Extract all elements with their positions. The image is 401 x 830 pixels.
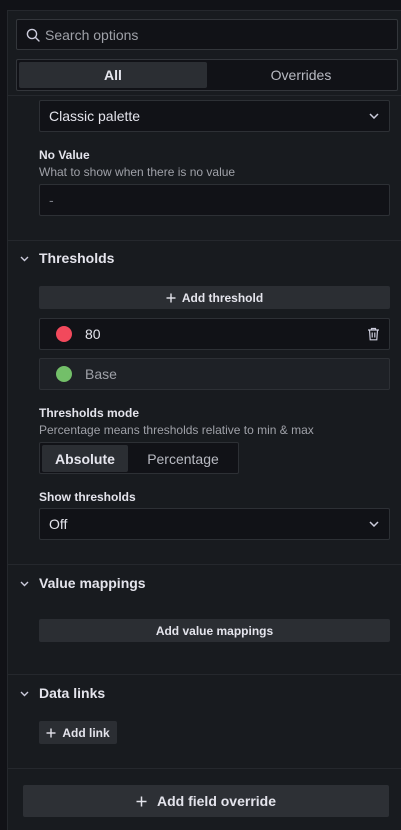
section-divider — [8, 240, 401, 241]
tab-overrides[interactable]: Overrides — [207, 62, 395, 88]
data-links-title: Data links — [39, 685, 106, 701]
no-value-input[interactable]: - — [39, 184, 390, 216]
show-thresholds-select[interactable]: Off — [39, 508, 390, 540]
no-value-description: What to show when there is no value — [39, 165, 236, 179]
add-threshold-label: Add threshold — [181, 290, 264, 305]
tab-all[interactable]: All — [19, 62, 207, 88]
add-link-label: Add link — [62, 725, 110, 740]
value-mappings-title: Value mappings — [39, 575, 146, 591]
threshold-base-label: Base — [85, 366, 117, 382]
threshold-color-swatch[interactable] — [56, 326, 72, 342]
no-value-label: No Value — [39, 148, 90, 162]
section-divider — [8, 564, 401, 565]
search-options-input[interactable]: Search options — [16, 19, 398, 50]
data-links-section-header[interactable]: Data links — [8, 684, 401, 704]
chevron-down-icon — [369, 521, 379, 527]
chevron-down-icon — [20, 256, 29, 262]
search-placeholder: Search options — [45, 27, 139, 43]
add-threshold-button[interactable]: Add threshold — [39, 286, 390, 309]
add-field-override-button[interactable]: Add field override — [23, 785, 389, 817]
mode-absolute-option[interactable]: Absolute — [42, 445, 128, 472]
plus-icon — [46, 728, 56, 737]
thresholds-section-header[interactable]: Thresholds — [8, 249, 401, 269]
thresholds-title: Thresholds — [39, 250, 115, 266]
field-options-pane: Search options All Overrides Classic pal… — [7, 10, 401, 830]
threshold-row[interactable]: 80 — [39, 318, 390, 350]
add-link-button[interactable]: Add link — [39, 721, 117, 744]
chevron-down-icon — [20, 581, 29, 587]
color-scheme-value: Classic palette — [49, 108, 141, 124]
chevron-down-icon — [369, 113, 379, 119]
threshold-base-row: Base — [39, 358, 390, 390]
value-mappings-section-header[interactable]: Value mappings — [8, 574, 401, 594]
thresholds-mode-label: Thresholds mode — [39, 406, 140, 420]
chevron-down-icon — [20, 691, 29, 697]
color-scheme-select[interactable]: Classic palette — [39, 100, 390, 132]
section-divider — [8, 768, 401, 769]
plus-icon — [166, 293, 176, 302]
add-field-override-label: Add field override — [156, 793, 277, 809]
no-value-placeholder: - — [49, 192, 54, 208]
trash-icon[interactable] — [367, 327, 380, 341]
threshold-base-color-swatch[interactable] — [56, 366, 72, 382]
show-thresholds-label: Show thresholds — [39, 490, 136, 504]
thresholds-mode-description: Percentage means thresholds relative to … — [39, 423, 314, 437]
search-icon — [26, 28, 40, 42]
divider — [8, 95, 401, 96]
plus-icon — [136, 796, 147, 806]
threshold-value: 80 — [85, 326, 101, 342]
mode-percentage-option[interactable]: Percentage — [130, 445, 236, 472]
section-divider — [8, 674, 401, 675]
show-thresholds-value: Off — [49, 516, 68, 532]
add-value-mappings-button[interactable]: Add value mappings — [39, 619, 390, 642]
options-tabs: All Overrides — [16, 59, 398, 91]
thresholds-mode-toggle: Absolute Percentage — [39, 442, 239, 474]
